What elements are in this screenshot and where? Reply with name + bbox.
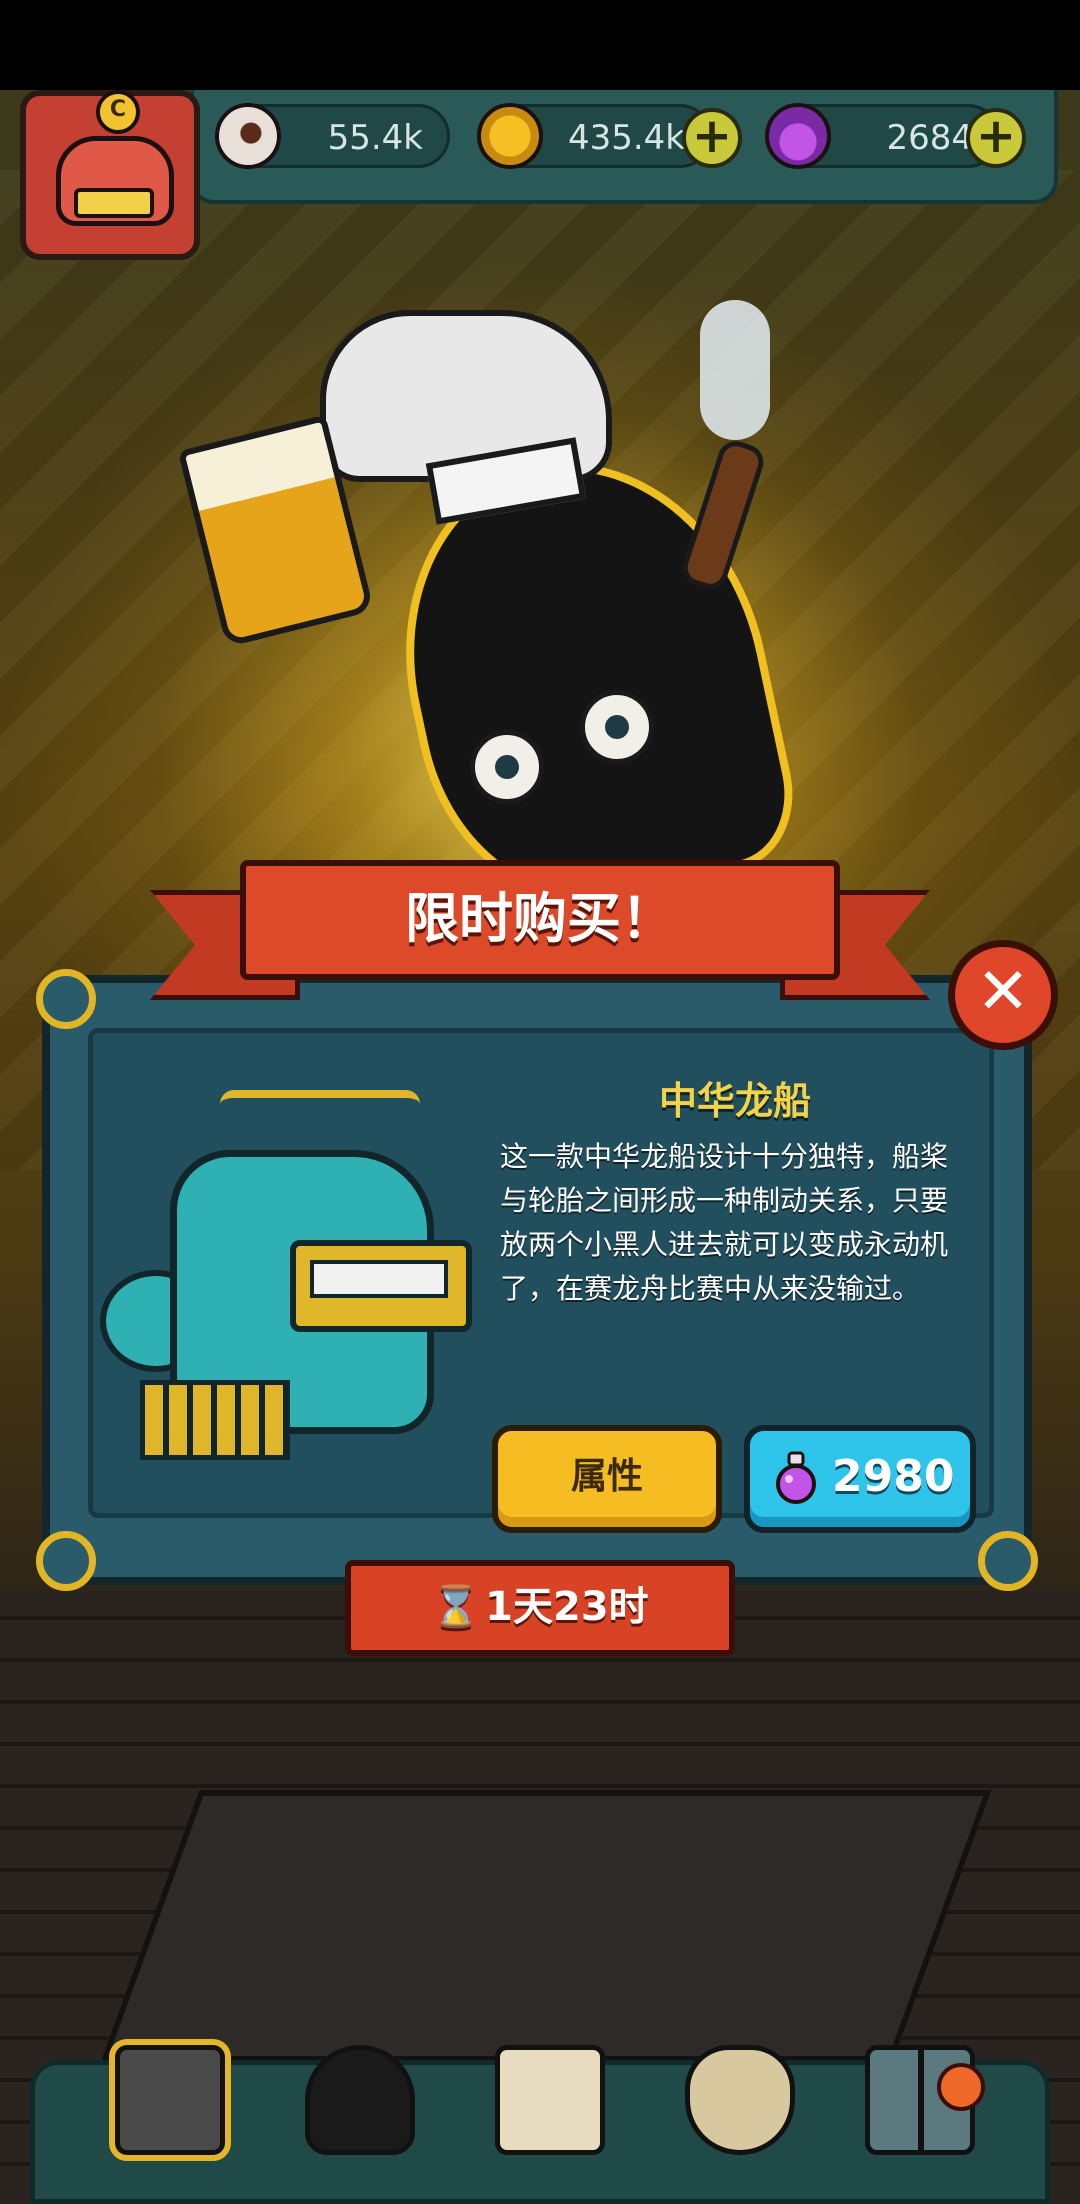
eyeball-value: 55.4k: [327, 118, 423, 158]
shop-icon: [109, 2039, 231, 2161]
chef-eye-right: [580, 690, 654, 764]
monster-icon: [305, 2045, 415, 2155]
cigar-smoke: [700, 300, 770, 440]
player-avatar[interactable]: C: [20, 90, 200, 260]
money-bag-icon: [685, 2045, 795, 2155]
potion-icon: [765, 103, 831, 169]
avatar-badge: C: [96, 90, 140, 134]
chef-eye-left: [470, 730, 544, 804]
nav-bag[interactable]: [675, 2035, 805, 2175]
notification-dot: [937, 2063, 985, 2111]
bottom-nav: [30, 2039, 1050, 2204]
countdown-value: 1天23时: [485, 1584, 649, 1630]
cigar: [677, 436, 769, 594]
close-button[interactable]: ✕: [948, 940, 1058, 1050]
avatar-teeth: [74, 188, 154, 218]
potion-icon: [776, 1451, 816, 1504]
add-coins-button[interactable]: +: [682, 108, 742, 168]
book-icon: [495, 2045, 605, 2155]
title-banner: 限时购买！: [150, 860, 930, 1000]
dragon-teeth: [310, 1260, 448, 1298]
nav-characters[interactable]: [295, 2035, 425, 2175]
coin-value: 435.4k: [567, 118, 685, 158]
item-name: 中华龙船: [658, 1079, 811, 1123]
corner-ornament-top-left: [36, 969, 96, 1029]
nav-book[interactable]: [485, 2035, 615, 2175]
eyeball-counter: 55.4k: [215, 103, 450, 169]
add-potions-button[interactable]: +: [966, 108, 1026, 168]
coin-icon: [477, 103, 543, 169]
dragon-horns: [220, 1090, 420, 1118]
kitchen-counter: [100, 1790, 992, 2062]
item-description: 这一款中华龙船设计十分独特，船桨与轮胎之间形成一种制动关系，只要放两个小黑人进去…: [500, 1140, 949, 1305]
price-value: 2980: [832, 1451, 955, 1502]
nav-shop[interactable]: [105, 2035, 235, 2175]
coin-counter: 435.4k: [477, 103, 712, 169]
attributes-button[interactable]: 属性: [492, 1425, 722, 1533]
dragon-paddles: [140, 1380, 290, 1460]
countdown-timer: ⌛ 1天23时: [345, 1560, 735, 1656]
banner-title: 限时购买！: [240, 860, 840, 980]
hourglass-icon: ⌛: [431, 1584, 482, 1630]
status-bar: [0, 0, 1080, 90]
potion-value: 2684: [886, 118, 973, 158]
corner-ornament-bottom-left: [36, 1531, 96, 1591]
buy-button[interactable]: 2980: [744, 1425, 976, 1533]
chef-character: [177, 300, 840, 929]
eyeball-icon: [215, 103, 281, 169]
dragon-boat-image: [100, 1090, 472, 1470]
corner-ornament-bottom-right: [978, 1531, 1038, 1591]
